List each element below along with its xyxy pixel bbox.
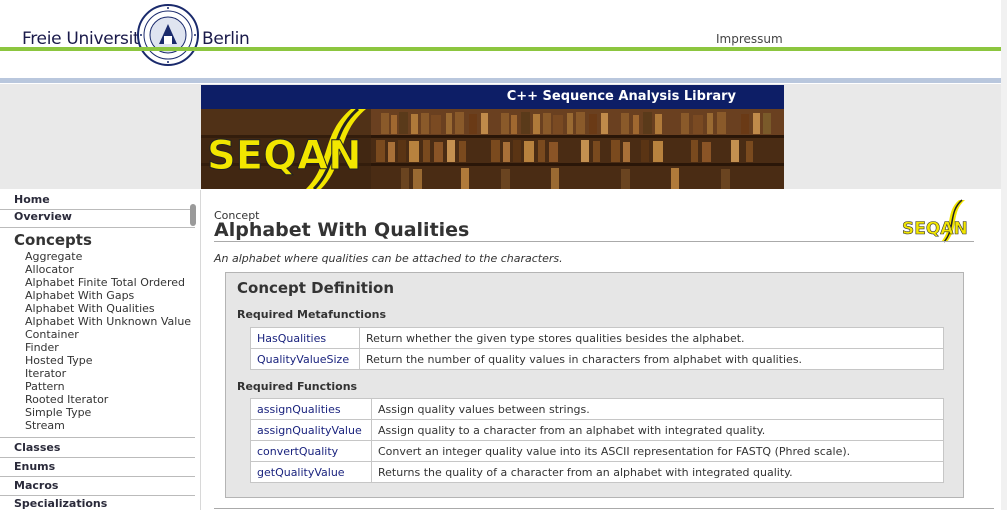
function-description: Assign quality values between strings.: [371, 398, 944, 420]
nav-concepts-heading[interactable]: Concepts: [14, 231, 92, 249]
banner-title: C++ Sequence Analysis Library: [506, 89, 736, 104]
nav-concept-item[interactable]: Allocator: [25, 263, 191, 276]
nav-concept-item[interactable]: Alphabet With Qualities: [25, 302, 191, 315]
table-row: QualityValueSize Return the number of qu…: [250, 348, 944, 370]
table-row: HasQualities Return whether the given ty…: [250, 327, 944, 349]
nav-classes[interactable]: Classes: [14, 441, 60, 454]
nav-concept-item[interactable]: Rooted Iterator: [25, 393, 191, 406]
metafunction-description: Return whether the given type stores qua…: [359, 327, 944, 349]
nav-concept-item[interactable]: Pattern: [25, 380, 191, 393]
page-title: Alphabet With Qualities: [214, 219, 470, 241]
nav-concept-item[interactable]: Alphabet Finite Total Ordered: [25, 276, 191, 289]
nav-overview[interactable]: Overview: [14, 210, 72, 223]
header-divider: [0, 78, 1007, 83]
metafunction-link[interactable]: QualityValueSize: [250, 348, 360, 370]
functions-heading: Required Functions: [237, 380, 358, 393]
page-scrollbar[interactable]: [1001, 0, 1007, 510]
nav-divider: [0, 495, 195, 496]
function-link[interactable]: getQualityValue: [250, 461, 372, 483]
definition-heading: Concept Definition: [237, 279, 395, 297]
nav-divider: [0, 457, 195, 458]
nav-divider: [0, 227, 195, 228]
function-description: Convert an integer quality value into it…: [371, 440, 944, 462]
concepts-list: Aggregate Allocator Alphabet Finite Tota…: [25, 250, 191, 432]
content-divider: [214, 508, 994, 509]
banner-title-bar: C++ Sequence Analysis Library: [201, 85, 784, 109]
nav-concept-item[interactable]: Alphabet With Gaps: [25, 289, 191, 302]
nav-concept-item[interactable]: Stream: [25, 419, 191, 432]
nav-macros[interactable]: Macros: [14, 479, 58, 492]
site-header: Freie Universität Berlin Impressum: [0, 0, 1007, 83]
table-row: getQualityValue Returns the quality of a…: [250, 461, 944, 483]
metafunction-link[interactable]: HasQualities: [250, 327, 360, 349]
nav-concept-item[interactable]: Iterator: [25, 367, 191, 380]
bookshelf-image: SEQAN: [201, 109, 784, 189]
sidebar-scrollbar[interactable]: [190, 204, 196, 226]
nav-concept-item[interactable]: Hosted Type: [25, 354, 191, 367]
mini-logo-text: SEQAN: [902, 219, 968, 239]
nav-concept-item[interactable]: Aggregate: [25, 250, 191, 263]
metafunction-description: Return the number of quality values in c…: [359, 348, 944, 370]
concept-definition-box: Concept Definition Required Metafunction…: [225, 272, 964, 498]
table-row: assignQualities Assign quality values be…: [250, 398, 944, 420]
university-seal-icon: [137, 4, 199, 66]
function-description: Assign quality to a character from an al…: [371, 419, 944, 441]
nav-concept-item[interactable]: Finder: [25, 341, 191, 354]
university-name-right: Berlin: [202, 29, 250, 49]
metafunctions-table: HasQualities Return whether the given ty…: [250, 327, 944, 370]
functions-table: assignQualities Assign quality values be…: [250, 398, 944, 483]
function-link[interactable]: assignQualities: [250, 398, 372, 420]
title-divider: [214, 241, 974, 242]
seqan-logo-text: SEQAN: [207, 133, 362, 179]
table-row: assignQualityValue Assign quality to a c…: [250, 419, 944, 441]
table-row: convertQuality Convert an integer qualit…: [250, 440, 944, 462]
nav-concept-item[interactable]: Simple Type: [25, 406, 191, 419]
university-name-left: Freie Universität: [22, 29, 156, 49]
function-link[interactable]: convertQuality: [250, 440, 372, 462]
nav-home[interactable]: Home: [14, 193, 50, 206]
main-content: Concept Alphabet With Qualities SEQAN An…: [201, 190, 1001, 510]
nav-divider: [0, 437, 195, 438]
nav-concept-item[interactable]: Alphabet With Unknown Value: [25, 315, 191, 328]
metafunctions-heading: Required Metafunctions: [237, 308, 387, 321]
nav-concept-item[interactable]: Container: [25, 328, 191, 341]
function-description: Returns the quality of a character from …: [371, 461, 944, 483]
seqan-banner: C++ Sequence Analysis Library SEQAN: [201, 85, 784, 189]
header-accent-line: [0, 47, 1007, 51]
function-link[interactable]: assignQualityValue: [250, 419, 372, 441]
nav-enums[interactable]: Enums: [14, 460, 55, 473]
seqan-logo-icon: SEQAN: [902, 199, 968, 243]
nav-divider: [0, 476, 195, 477]
impressum-link[interactable]: Impressum: [716, 32, 783, 46]
concept-summary: An alphabet where qualities can be attac…: [214, 252, 563, 265]
nav-specializations[interactable]: Specializations: [14, 497, 107, 510]
navigation-sidebar: Home Overview Concepts Aggregate Allocat…: [0, 190, 201, 510]
